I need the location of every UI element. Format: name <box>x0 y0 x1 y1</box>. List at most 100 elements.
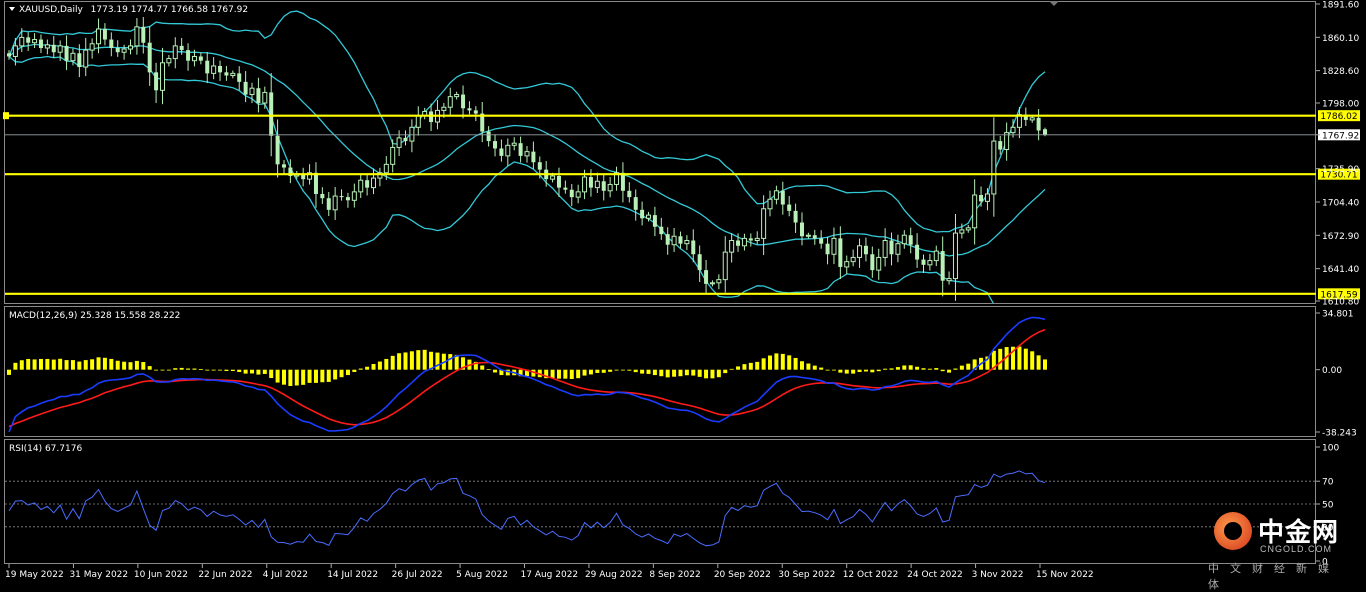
candle-body-up <box>741 237 747 247</box>
macd-hist-bar <box>358 368 363 370</box>
macd-hist-bar <box>416 350 421 370</box>
candle-body-down <box>205 60 210 74</box>
macd-hist-bar <box>390 355 395 370</box>
candle-body-down <box>979 195 984 202</box>
macd-hist-bar <box>889 368 894 370</box>
macd-hist-bar <box>819 367 824 370</box>
candle-body-up <box>716 279 722 284</box>
macd-hist-bar <box>640 369 645 374</box>
macd-tick-label: 34.801 <box>1322 310 1354 320</box>
candle-body-up <box>262 91 268 104</box>
price-tick-label: 1828.60 <box>1322 67 1359 77</box>
macd-hist-bar <box>115 360 120 370</box>
candle-body-down <box>665 234 670 245</box>
candle-body-up <box>96 28 102 45</box>
candle-body-up <box>952 232 958 280</box>
macd-hist-bar <box>729 368 734 370</box>
macd-hist-bar <box>198 369 203 371</box>
macd-hist-bar <box>397 353 402 370</box>
candle-body-up <box>70 52 76 62</box>
candle-body-down <box>921 259 926 265</box>
candle-body-up <box>57 45 63 53</box>
candle-body-down <box>224 72 229 76</box>
macd-hist-bar <box>141 362 146 370</box>
macd-hist-bar <box>345 369 350 376</box>
candle-body-up <box>761 208 767 239</box>
macd-hist-bar <box>13 362 18 370</box>
macd-hist-bar <box>825 369 830 371</box>
candle-body-down <box>812 235 817 239</box>
date-tick-label: 26 Jul 2022 <box>392 570 443 580</box>
price-tick-label: 1735.90 <box>1322 165 1359 175</box>
candle-body-down <box>186 50 191 61</box>
candle-body-up <box>722 251 728 281</box>
macd-hist-bar <box>96 357 101 370</box>
macd-hist-bar <box>218 369 223 371</box>
candle-body-down <box>569 189 574 198</box>
candle-body-down <box>799 222 804 237</box>
macd-hist-bar <box>748 362 753 370</box>
candle-body-down <box>678 236 683 244</box>
macd-hist-bar <box>166 369 171 371</box>
macd-hist-bar <box>576 369 581 379</box>
candle-body-down <box>499 148 504 156</box>
macd-hist-bar <box>377 361 382 370</box>
macd-hist-bar <box>384 358 389 370</box>
macd-hist-bar <box>768 355 773 370</box>
macd-hist-bar <box>186 368 191 370</box>
candle-body-up <box>12 45 18 57</box>
candle-body-up <box>32 39 38 44</box>
macd-hist-bar <box>908 365 913 370</box>
candle-body-up <box>991 140 997 195</box>
macd-hist-bar <box>70 360 75 370</box>
macd-hist-bar <box>736 366 741 370</box>
macd-hist-bar <box>269 369 274 379</box>
candle-body-up <box>230 72 236 76</box>
candle-body-up <box>44 44 50 49</box>
date-tick-label: 5 Aug 2022 <box>456 570 508 580</box>
date-tick-label: 15 Nov 2022 <box>1036 570 1094 580</box>
candle-body-up <box>575 191 581 198</box>
candle-body-down <box>237 73 242 82</box>
candle-body-up <box>850 256 856 263</box>
macd-hist-bar <box>870 369 875 373</box>
macd-hist-bar <box>1023 348 1028 370</box>
macd-hist-bar <box>620 369 625 371</box>
candle-body-up <box>773 190 779 200</box>
macd-hist-bar <box>256 369 261 375</box>
macd-hist-bar <box>563 369 568 379</box>
candle-body-up <box>895 243 901 255</box>
candle-body-up <box>550 175 556 180</box>
candle-body-up <box>128 45 134 50</box>
macd-hist-bar <box>927 368 932 370</box>
logo-domain: CNGOLD.COM <box>1260 544 1333 554</box>
candle-body-up <box>805 234 811 237</box>
candle-body-down <box>863 245 868 255</box>
macd-hist-bar <box>723 369 728 374</box>
candle-body-up <box>172 45 178 60</box>
macd-hist-bar <box>883 368 888 370</box>
candle-body-down <box>563 187 568 190</box>
candle-body-up <box>684 240 690 245</box>
price-tick-label: 1891.60 <box>1322 1 1359 11</box>
candle-body-down <box>147 42 152 73</box>
candle-body-down <box>64 45 69 61</box>
macd-hist-bar <box>403 352 408 370</box>
candle-body-up <box>1029 117 1035 121</box>
symbol-header: XAUUSD,Daily 1773.19 1774.77 1766.58 176… <box>19 5 248 15</box>
macd-hist-bar <box>851 369 856 374</box>
candle-body-up <box>134 26 140 47</box>
macd-hist-bar <box>154 369 159 371</box>
macd-hist-bar <box>755 361 760 370</box>
candle-body-down <box>704 270 709 284</box>
candle-body-up <box>511 142 517 146</box>
candle-body-down <box>7 53 11 57</box>
macd-hist-bar <box>838 369 843 373</box>
macd-hist-bar <box>998 348 1003 370</box>
candle-body-down <box>493 141 498 149</box>
candle-body-down <box>115 48 120 53</box>
macd-hist-bar <box>230 369 235 371</box>
candle-body-up <box>371 177 377 189</box>
candle-body-down <box>780 190 785 205</box>
macd-hist-bar <box>32 359 37 370</box>
